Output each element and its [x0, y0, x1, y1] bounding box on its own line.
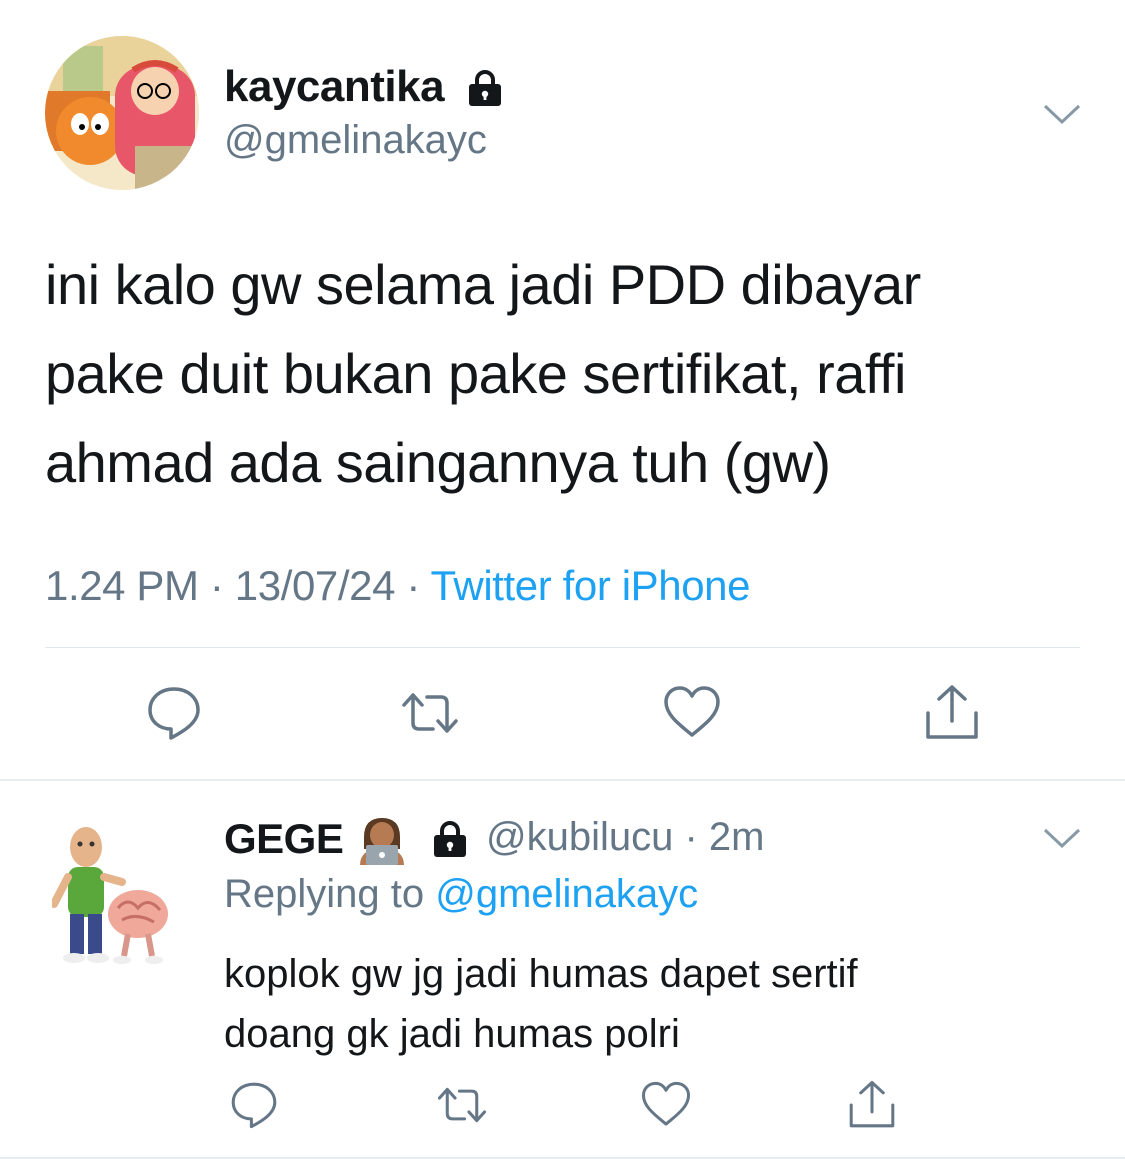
avatar[interactable] — [45, 36, 199, 190]
tweet-meta: 1.24 PM · 13/07/24 · Twitter for iPhone — [45, 562, 750, 610]
chevron-down-icon[interactable] — [1042, 826, 1082, 850]
reply-icon[interactable] — [228, 1079, 280, 1131]
meta-separator: · — [209, 562, 224, 609]
replying-to-line: Replying to @gmelinakayc — [224, 872, 698, 917]
share-icon[interactable] — [846, 1079, 898, 1131]
retweet-icon[interactable] — [436, 1079, 488, 1131]
technologist-emoji-icon — [360, 818, 404, 865]
tweet-date: 13/07/24 — [234, 562, 396, 609]
user-handle[interactable]: @gmelinakayc — [224, 118, 487, 163]
divider — [45, 647, 1080, 648]
meta-separator: · — [406, 562, 420, 609]
divider — [0, 779, 1125, 781]
avatar-3d-character-image — [50, 827, 168, 964]
display-name[interactable]: kaycantika — [224, 62, 445, 112]
reply-handle-time[interactable]: @kubilucu · 2m — [486, 815, 764, 860]
like-icon[interactable] — [640, 1079, 692, 1131]
replying-to-mention-link[interactable]: @gmelinakayc — [435, 872, 698, 916]
avatar[interactable] — [50, 822, 176, 970]
lock-icon — [434, 821, 466, 857]
lock-icon — [469, 70, 501, 106]
reply-text: koplok gw jg jadi humas dapet sertif doa… — [224, 952, 858, 1056]
tweet-text: ini kalo gw selama jadi PDD dibayar pake… — [45, 253, 921, 494]
retweet-icon[interactable] — [400, 683, 460, 743]
tweet-time: 1.24 PM — [45, 562, 199, 609]
reply-display-name[interactable]: GEGE — [224, 815, 344, 863]
avatar-garfield-image — [45, 36, 199, 190]
chevron-down-icon[interactable] — [1042, 102, 1082, 126]
replying-to-label: Replying to — [224, 872, 425, 916]
like-icon[interactable] — [662, 683, 722, 743]
reply-icon[interactable] — [144, 683, 204, 743]
share-icon[interactable] — [922, 683, 982, 743]
tweet-source-link[interactable]: Twitter for iPhone — [430, 562, 750, 609]
